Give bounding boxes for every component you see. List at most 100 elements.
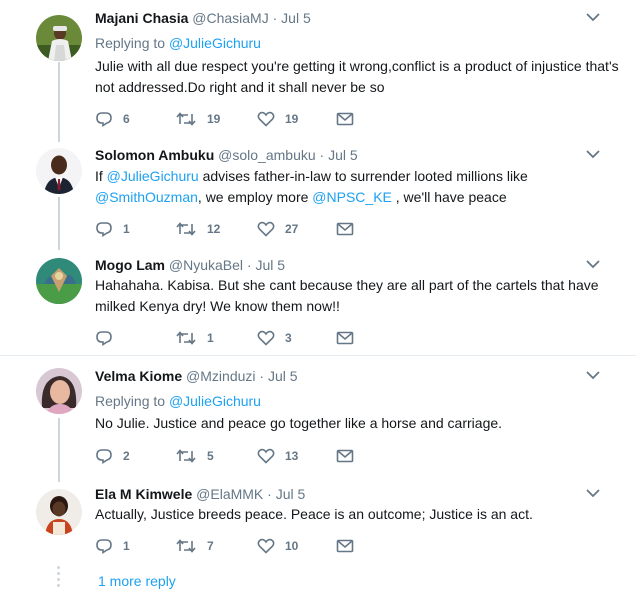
avatar-image xyxy=(36,258,82,304)
user-handle[interactable]: @NyukaBel xyxy=(169,257,243,273)
separator-dot: · xyxy=(259,368,265,384)
tweet-text-part: , we'll have peace xyxy=(391,189,507,205)
mention-link[interactable]: @NPSC_KE xyxy=(312,189,392,205)
avatar-image xyxy=(36,148,82,194)
retweet-button[interactable]: 5 xyxy=(175,446,214,466)
display-name[interactable]: Solomon Ambuku xyxy=(95,147,214,163)
retweet-button[interactable]: 19 xyxy=(175,109,220,129)
tweet-date[interactable]: Jul 5 xyxy=(328,147,358,163)
conversation-divider xyxy=(0,355,636,356)
envelope-icon xyxy=(336,539,354,553)
like-button[interactable]: 10 xyxy=(257,536,298,556)
display-name[interactable]: Velma Kiome xyxy=(95,368,182,384)
like-count: 3 xyxy=(285,331,292,345)
chevron-down-icon[interactable] xyxy=(586,12,600,24)
reply-count: 1 xyxy=(123,222,130,236)
like-button[interactable]: 13 xyxy=(257,446,298,466)
reply-icon xyxy=(96,449,112,464)
reply-icon xyxy=(96,331,112,346)
reply-icon xyxy=(96,539,112,554)
direct-message-button[interactable] xyxy=(336,219,364,239)
heart-icon xyxy=(257,330,275,346)
avatar[interactable] xyxy=(36,489,82,535)
user-handle[interactable]: @ChasiaMJ xyxy=(192,10,268,26)
direct-message-button[interactable] xyxy=(336,328,364,348)
separator-dot: · xyxy=(319,147,325,163)
chevron-down-icon[interactable] xyxy=(586,488,600,500)
user-handle[interactable]: @ElaMMK xyxy=(196,486,263,502)
envelope-icon xyxy=(336,449,354,463)
reply-button[interactable]: 6 xyxy=(95,109,130,129)
envelope-icon xyxy=(336,112,354,126)
tweet[interactable]: Ela M Kimwele @ElaMMK · Jul 5 Actually, … xyxy=(0,484,636,559)
tweet-header: Ela M Kimwele @ElaMMK · Jul 5 xyxy=(95,484,305,504)
reply-icon xyxy=(96,112,112,127)
avatar[interactable] xyxy=(36,368,82,414)
retweet-button[interactable]: 1 xyxy=(175,328,214,348)
tweet-text-body: No Julie. Justice and peace go together … xyxy=(95,415,503,431)
avatar[interactable] xyxy=(36,15,82,61)
tweet-text-part: advises father-in-law to surrender loote… xyxy=(198,168,528,184)
heart-icon xyxy=(257,111,275,127)
like-count: 19 xyxy=(285,112,299,126)
replying-to-line: Replying to @JulieGichuru xyxy=(95,33,261,53)
like-button[interactable]: 27 xyxy=(257,219,298,239)
tweet[interactable]: Velma Kiome @Mzinduzi · Jul 5 Replying t… xyxy=(0,366,636,476)
reply-button[interactable] xyxy=(95,328,123,348)
retweet-icon xyxy=(176,222,196,236)
mention-link[interactable]: @JulieGichuru xyxy=(169,393,261,409)
retweet-count: 12 xyxy=(207,222,221,236)
tweet[interactable]: Mogo Lam @NyukaBel · Jul 5 Hahahaha. Kab… xyxy=(0,255,636,350)
chevron-down-icon[interactable] xyxy=(586,259,600,271)
reply-button[interactable]: 2 xyxy=(95,446,130,466)
heart-icon xyxy=(257,448,275,464)
tweet-date[interactable]: Jul 5 xyxy=(281,10,311,26)
tweet[interactable]: Majani Chasia @ChasiaMJ · Jul 5 Replying… xyxy=(0,8,636,128)
heart-icon xyxy=(257,538,275,554)
thread-continuation-dots xyxy=(57,566,61,590)
tweet-actions: 2 5 13 xyxy=(95,446,395,466)
avatar[interactable] xyxy=(36,258,82,304)
reply-count: 1 xyxy=(123,539,130,553)
tweet-header: Majani Chasia @ChasiaMJ · Jul 5 xyxy=(95,8,311,28)
reply-button[interactable]: 1 xyxy=(95,536,130,556)
replying-to-line: Replying to @JulieGichuru xyxy=(95,391,261,411)
retweet-count: 19 xyxy=(207,112,221,126)
avatar[interactable] xyxy=(36,148,82,194)
user-handle[interactable]: @Mzinduzi xyxy=(186,368,255,384)
display-name[interactable]: Mogo Lam xyxy=(95,257,165,273)
display-name[interactable]: Ela M Kimwele xyxy=(95,486,192,502)
mention-link[interactable]: @SmithOuzman xyxy=(95,189,198,205)
display-name[interactable]: Majani Chasia xyxy=(95,10,188,26)
retweet-icon xyxy=(176,112,196,126)
like-count: 13 xyxy=(285,449,299,463)
mention-link[interactable]: @JulieGichuru xyxy=(169,35,261,51)
retweet-count: 7 xyxy=(207,539,214,553)
direct-message-button[interactable] xyxy=(336,446,364,466)
tweet-date[interactable]: Jul 5 xyxy=(276,486,306,502)
tweet-header: Solomon Ambuku @solo_ambuku · Jul 5 xyxy=(95,145,358,165)
mention-link[interactable]: @JulieGichuru xyxy=(107,168,199,184)
tweet-text-body: Hahahaha. Kabisa. But she cant because t… xyxy=(95,277,599,314)
like-button[interactable]: 3 xyxy=(257,328,292,348)
more-replies-link[interactable]: 1 more reply xyxy=(98,571,176,591)
chevron-down-icon[interactable] xyxy=(586,370,600,382)
direct-message-button[interactable] xyxy=(336,109,364,129)
tweet-date[interactable]: Jul 5 xyxy=(268,368,298,384)
separator-dot: · xyxy=(246,257,252,273)
reply-button[interactable]: 1 xyxy=(95,219,130,239)
tweet-date[interactable]: Jul 5 xyxy=(255,257,285,273)
avatar-image xyxy=(36,15,82,61)
direct-message-button[interactable] xyxy=(336,536,364,556)
like-button[interactable]: 19 xyxy=(257,109,298,129)
retweet-count: 5 xyxy=(207,449,214,463)
tweet[interactable]: Solomon Ambuku @solo_ambuku · Jul 5 If @… xyxy=(0,145,636,245)
tweet-text: Hahahaha. Kabisa. But she cant because t… xyxy=(95,275,625,317)
chevron-down-icon[interactable] xyxy=(586,149,600,161)
retweet-button[interactable]: 7 xyxy=(175,536,214,556)
retweet-icon xyxy=(176,539,196,553)
heart-icon xyxy=(257,221,275,237)
tweet-actions: 1 12 27 xyxy=(95,219,395,239)
retweet-button[interactable]: 12 xyxy=(175,219,220,239)
user-handle[interactable]: @solo_ambuku xyxy=(218,147,316,163)
